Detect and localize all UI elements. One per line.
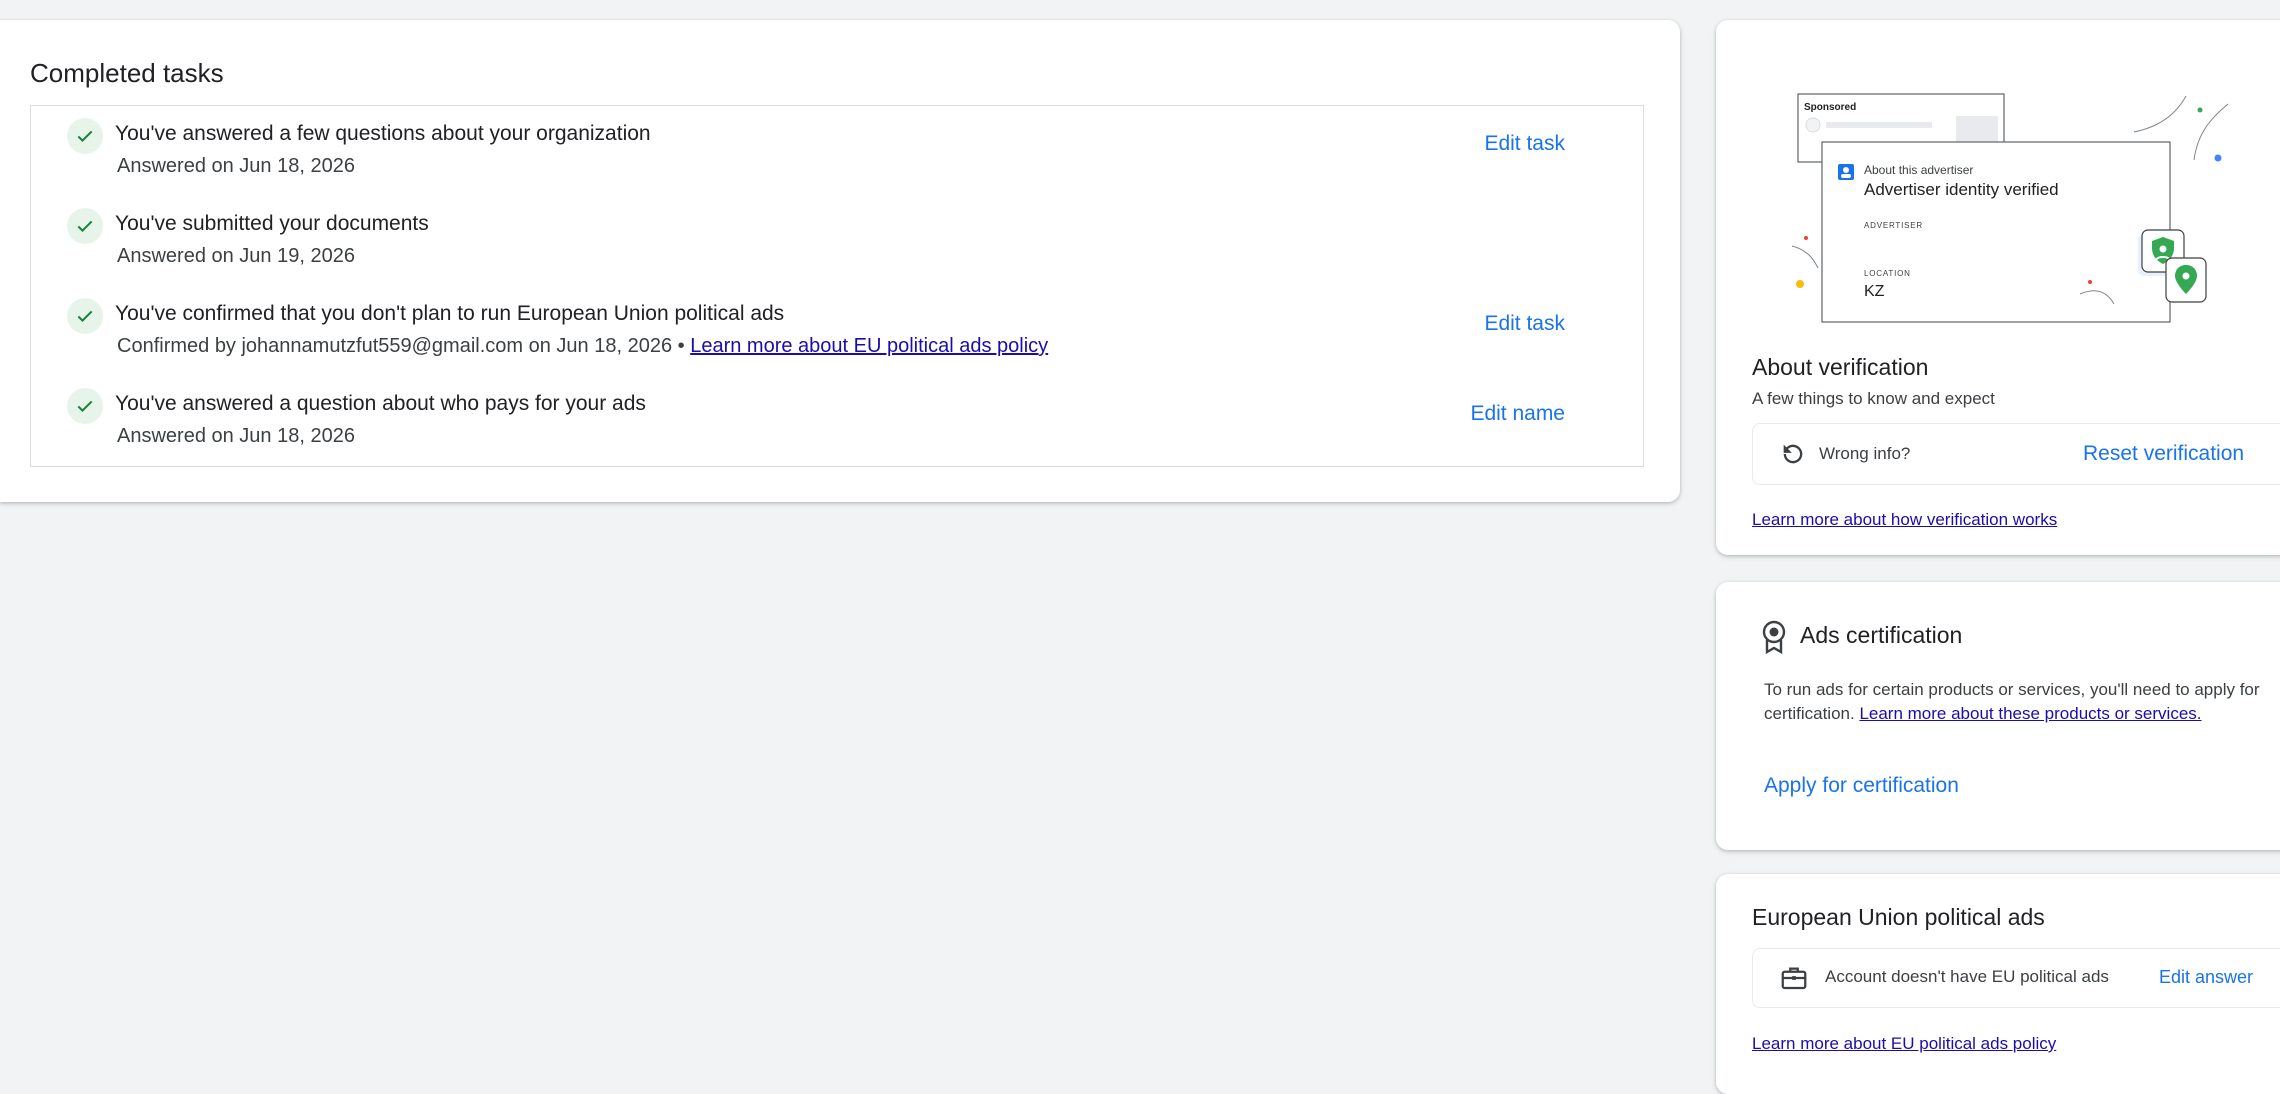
task-title: You've answered a question about who pay… [115,392,646,415]
task-date: Answered on Jun 18, 2026 [117,155,355,177]
learn-verification-link[interactable]: Learn more about how verification works [1752,510,2057,530]
reset-verification-button[interactable]: Reset verification [2083,442,2244,466]
location-field-label: LOCATION [1864,269,1911,278]
wrong-info-label: Wrong info? [1819,444,1911,463]
check-icon [67,298,103,334]
edit-task-button[interactable]: Edit task [1484,312,1565,336]
ads-certification-title: Ads certification [1800,622,1963,648]
task-row: You've confirmed that you don't plan to … [31,286,1643,366]
tasks-list: You've answered a few questions about yo… [30,105,1644,467]
check-icon [67,388,103,424]
about-verification-title: About verification [1752,354,1929,380]
eu-policy-learn-link[interactable]: Learn more about EU political ads policy [1752,1034,2056,1054]
advertiser-field-label: ADVERTISER [1864,221,1923,230]
task-title: You've answered a few questions about yo… [115,122,651,145]
check-icon [67,208,103,244]
task-row: You've answered a question about who pay… [31,376,1643,456]
verification-card: Sponsored About this advertiser Advertis… [1716,20,2280,555]
task-confirmation: Confirmed by johannamutzfut559@gmail.com… [117,335,1048,358]
refresh-icon [1779,440,1807,473]
completed-tasks-card: Completed tasks You've answered a few qu… [0,20,1680,502]
completed-tasks-title: Completed tasks [30,58,224,88]
eu-status-row: Account doesn't have EU political ads Ed… [1752,948,2280,1008]
eu-political-ads-card: European Union political ads Account doe… [1716,874,2280,1094]
task-confirmation-text: Confirmed by johannamutzfut559@gmail.com… [117,335,685,357]
task-row: You've answered a few questions about yo… [31,106,1643,186]
apply-certification-button[interactable]: Apply for certification [1764,774,1959,798]
edit-name-button[interactable]: Edit name [1470,402,1565,426]
task-date: Answered on Jun 18, 2026 [117,425,355,447]
wrong-info-row: Wrong info? Reset verification [1752,423,2280,485]
certification-products-link[interactable]: Learn more about these products or servi… [1859,704,2201,723]
about-verification-subtitle: A few things to know and expect [1752,389,1995,408]
edit-answer-button[interactable]: Edit answer [2159,967,2253,988]
eu-political-ads-title: European Union political ads [1752,904,2045,930]
briefcase-icon [1779,963,1809,998]
edit-task-button[interactable]: Edit task [1484,132,1565,156]
award-ribbon-icon [1760,620,1788,659]
check-icon [67,118,103,154]
eu-policy-link[interactable]: Learn more about EU political ads policy [690,335,1048,357]
task-title: You've confirmed that you don't plan to … [115,302,785,325]
location-value: KZ [1864,283,1885,300]
advertiser-illustration: Sponsored About this advertiser Advertis… [1791,93,2229,323]
certification-description: To run ads for certain products or servi… [1764,678,2280,726]
sponsored-label: Sponsored [1804,102,1856,113]
about-advertiser-label: About this advertiser [1864,163,1973,177]
task-title: You've submitted your documents [115,212,429,235]
task-row: You've submitted your documents Answered… [31,196,1643,276]
task-date: Answered on Jun 19, 2026 [117,245,355,267]
verified-label: Advertiser identity verified [1864,180,2059,199]
eu-status-text: Account doesn't have EU political ads [1825,967,2109,986]
ads-certification-card: Ads certification To run ads for certain… [1716,582,2280,850]
